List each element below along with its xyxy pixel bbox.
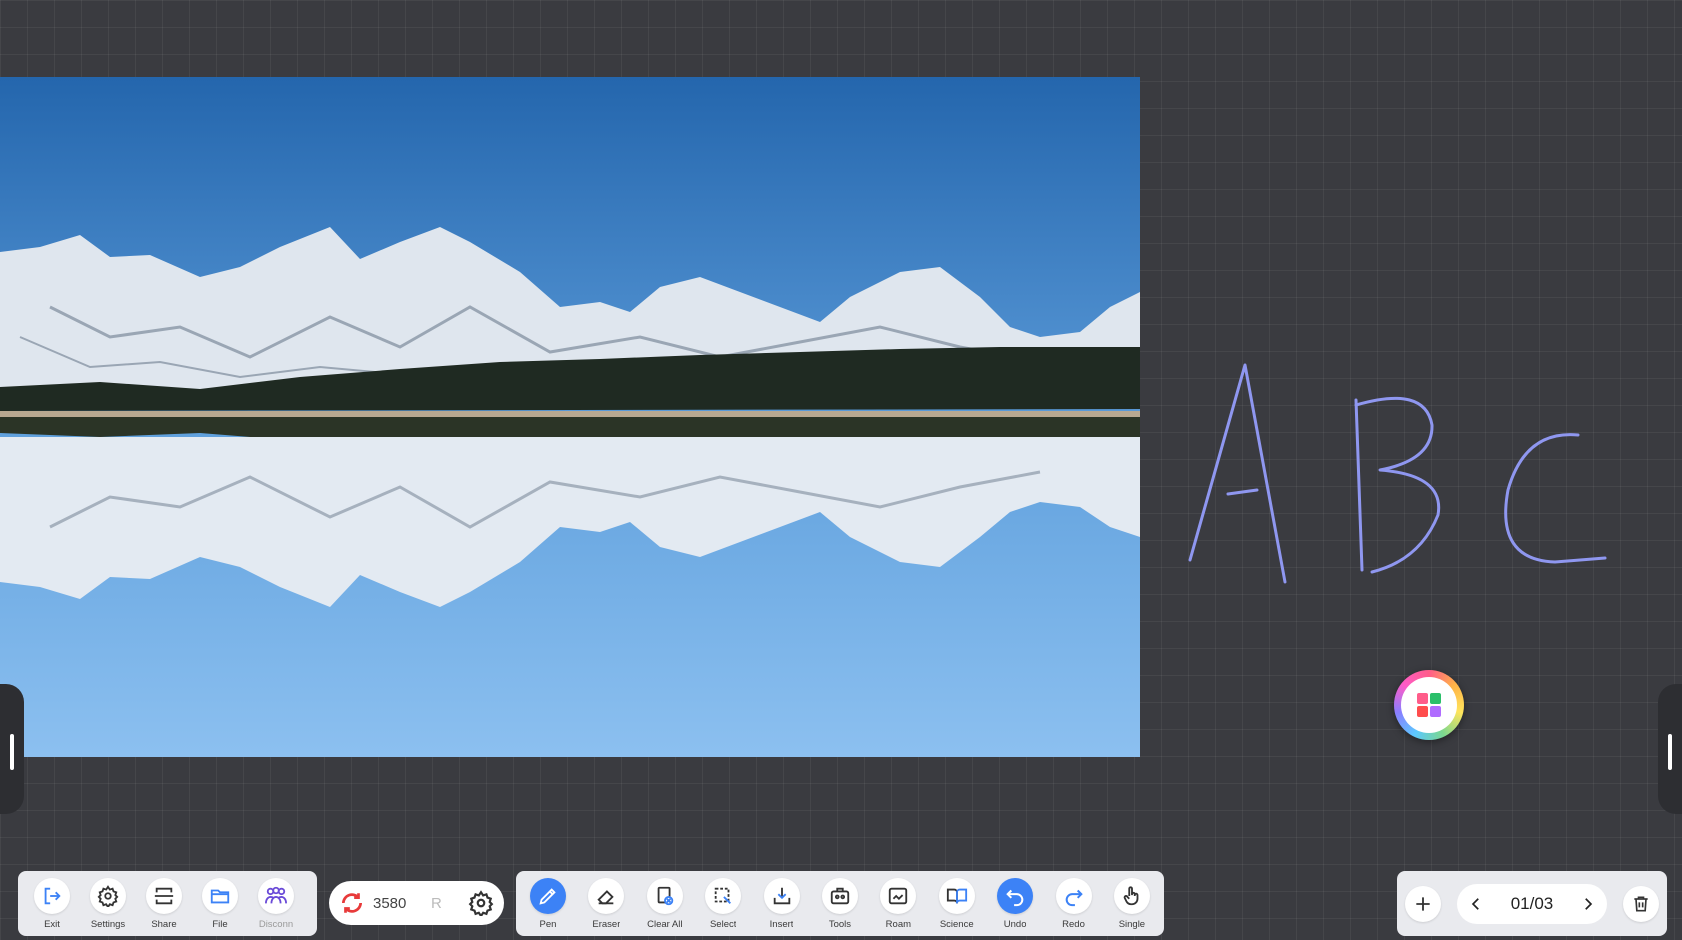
sync-truncated-text: R [431, 894, 442, 912]
insert-icon [773, 887, 790, 904]
redo-button[interactable]: Redo [1046, 877, 1102, 930]
chevron-right-icon [1585, 897, 1593, 910]
main-toolbar: Pen Eraser Clear All Select Insert Tools… [516, 871, 1164, 936]
exit-button[interactable]: Exit [24, 877, 80, 930]
eraser-label: Eraser [592, 918, 621, 930]
clear-all-icon [657, 886, 674, 905]
trash-icon [1634, 896, 1648, 911]
single-label: Single [1118, 918, 1146, 930]
gear-icon [97, 884, 119, 907]
clear-all-label: Clear All [647, 918, 683, 930]
handwriting-strokes[interactable] [1170, 350, 1620, 600]
single-button[interactable]: Single [1104, 877, 1160, 930]
sync-icon [341, 893, 363, 913]
pen-label: Pen [539, 918, 557, 930]
undo-button[interactable]: Undo [987, 877, 1043, 930]
people-icon [265, 886, 287, 903]
clear-all-button[interactable]: Clear All [637, 877, 693, 930]
file-label: File [212, 918, 228, 930]
disconnect-button[interactable]: Disconn [248, 877, 304, 930]
roam-label: Roam [885, 918, 912, 930]
select-label: Select [709, 918, 737, 930]
roam-button[interactable]: Roam [870, 877, 926, 930]
toolbox-icon [830, 887, 850, 904]
page-navigator: 01/03 [1457, 883, 1607, 924]
previous-page-button[interactable] [1467, 895, 1485, 913]
hand-pointer-icon [1123, 885, 1139, 905]
app-launcher-button[interactable] [1394, 670, 1464, 740]
select-button[interactable]: Select [695, 877, 751, 930]
redo-icon [1065, 889, 1083, 906]
disconnect-label: Disconn [258, 918, 294, 930]
file-button[interactable]: File [192, 877, 248, 930]
insert-label: Insert [769, 918, 794, 930]
eraser-button[interactable]: Eraser [578, 877, 634, 930]
plus-icon [1416, 896, 1430, 911]
delete-page-button[interactable] [1623, 885, 1659, 922]
redo-label: Redo [1062, 918, 1085, 930]
select-icon [714, 887, 732, 904]
tools-label: Tools [828, 918, 852, 930]
share-label: Share [151, 918, 177, 930]
roam-icon [889, 887, 908, 904]
sync-code: 3580 [373, 894, 407, 912]
tools-button[interactable]: Tools [812, 877, 868, 930]
book-icon [946, 888, 967, 904]
settings-button[interactable]: Settings [80, 877, 136, 930]
landscape-mountain-lake-image[interactable] [0, 77, 1140, 757]
pen-button[interactable]: Pen [520, 877, 576, 930]
left-side-panel-handle[interactable] [0, 684, 24, 814]
undo-icon [1006, 889, 1024, 906]
page-counter: 01/03 [1510, 893, 1554, 913]
next-page-button[interactable] [1579, 895, 1597, 913]
left-toolbar: Exit Settings Share File Disconn [18, 871, 317, 936]
exit-label: Exit [44, 918, 60, 930]
add-page-button[interactable] [1405, 885, 1441, 922]
exit-icon [44, 887, 61, 904]
sync-code-pill[interactable]: 3580 R [329, 881, 504, 925]
share-button[interactable]: Share [136, 877, 192, 930]
science-button[interactable]: Science [929, 877, 985, 930]
settings-label: Settings [90, 918, 126, 930]
chevron-left-icon [1471, 897, 1479, 910]
share-screen-icon [154, 887, 174, 904]
app-grid-icon [1417, 693, 1441, 717]
right-side-panel-handle[interactable] [1658, 684, 1682, 814]
undo-label: Undo [1003, 918, 1027, 930]
page-toolbar: 01/03 [1397, 871, 1667, 936]
folder-icon [210, 889, 230, 903]
science-label: Science [939, 918, 974, 930]
insert-button[interactable]: Insert [754, 877, 810, 930]
pen-icon [539, 887, 556, 905]
gear-icon [468, 890, 494, 916]
sync-settings-button[interactable] [468, 890, 494, 916]
eraser-icon [597, 889, 615, 904]
